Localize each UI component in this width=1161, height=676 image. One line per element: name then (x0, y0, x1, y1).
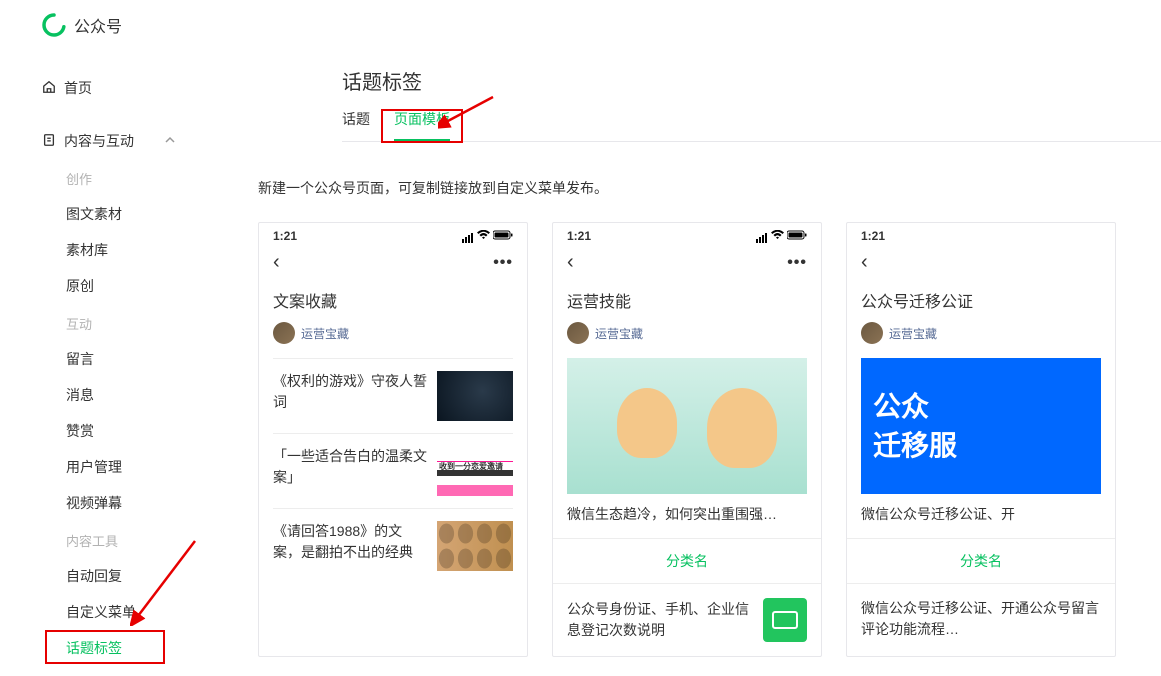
sidebar-item-comments[interactable]: 留言 (42, 341, 200, 377)
hero-image (567, 358, 807, 494)
status-time: 1:21 (567, 229, 591, 243)
article-title: 《权利的游戏》守夜人誓词 (273, 371, 427, 413)
phone-status-bar: 1:21 (259, 223, 527, 247)
app-logo-wrap[interactable]: 公众号 (42, 13, 122, 37)
tabs: 话题 页面模板 (342, 109, 1161, 142)
article-item[interactable]: 「一些适合告白的温柔文案」 (273, 433, 513, 508)
hero-text-line1: 公众 (873, 387, 1101, 426)
article-thumb (437, 521, 513, 571)
sidebar-group-label: 创作 (42, 159, 200, 196)
article-title: 「一些适合告白的温柔文案」 (273, 446, 427, 488)
more-icon[interactable]: ••• (493, 254, 513, 272)
status-time: 1:21 (273, 229, 297, 243)
sidebar-item-custom-menu[interactable]: 自定义菜单 (42, 594, 200, 630)
sub-article-item[interactable]: 公众号身份证、手机、企业信息登记次数说明 (553, 584, 821, 656)
phone-nav: ‹ ••• (259, 247, 527, 280)
author-row[interactable]: 运营宝藏 (567, 322, 807, 344)
template-card[interactable]: 1:21 ‹ ••• 文案收藏 (258, 222, 528, 657)
sidebar-item-auto-reply[interactable]: 自动回复 (42, 558, 200, 594)
sidebar-item-user-mgmt[interactable]: 用户管理 (42, 449, 200, 485)
article-title: 《请回答1988》的文案，是翻拍不出的经典 (273, 521, 427, 563)
annotation-highlight-box (45, 630, 165, 664)
sidebar-item-messages[interactable]: 消息 (42, 377, 200, 413)
sidebar-item-original[interactable]: 原创 (42, 268, 200, 304)
sub-article-item[interactable]: 微信公众号迁移公证、开通公众号留言评论功能流程… (847, 584, 1115, 654)
page-title: 话题标签 (342, 66, 1161, 95)
tab-topic[interactable]: 话题 (342, 109, 370, 141)
more-icon[interactable]: ••• (787, 254, 807, 272)
category-label[interactable]: 分类名 (847, 538, 1115, 584)
document-icon (42, 133, 56, 150)
annotation-highlight-box (381, 109, 463, 143)
category-label[interactable]: 分类名 (553, 538, 821, 584)
avatar (567, 322, 589, 344)
author-row[interactable]: 运营宝藏 (273, 322, 513, 344)
sidebar-item-rewards[interactable]: 赞赏 (42, 413, 200, 449)
template-card[interactable]: 1:21 ‹ ••• 运营技能 (552, 222, 822, 657)
sidebar-section-label: 内容与互动 (64, 131, 134, 151)
back-icon[interactable]: ‹ (273, 251, 280, 274)
phone-nav: ‹ ••• (553, 247, 821, 280)
sidebar: 首页 内容与互动 创作 图文素材 素材库 原创 互动 留言 (0, 50, 200, 674)
chevron-up-icon (164, 133, 176, 149)
sub-article-text: 公众号身份证、手机、企业信息登记次数说明 (567, 599, 753, 641)
card-title: 运营技能 (567, 288, 807, 312)
battery-icon (493, 229, 513, 243)
wechat-oa-logo-icon (42, 13, 66, 37)
sidebar-section-content[interactable]: 内容与互动 (42, 123, 200, 159)
hero-caption: 微信生态趋冷，如何突出重围强… (567, 504, 807, 524)
wifi-icon (477, 229, 490, 243)
main-content: 话题标签 话题 页面模板 新建一个公众号页面，可复制链接放到自定义菜单发布。 1… (200, 50, 1161, 674)
hint-text: 新建一个公众号页面，可复制链接放到自定义菜单发布。 (258, 178, 1161, 198)
phone-status-bar: 1:21 (553, 223, 821, 247)
sidebar-group-label: 内容工具 (42, 521, 200, 558)
article-thumb (437, 446, 513, 496)
author-name: 运营宝藏 (595, 325, 643, 342)
status-time: 1:21 (861, 229, 885, 243)
wifi-icon (771, 229, 784, 243)
app-name: 公众号 (74, 13, 122, 37)
author-row[interactable]: 运营宝藏 (861, 322, 1101, 344)
phone-status-bar: 1:21 (847, 223, 1115, 247)
back-icon[interactable]: ‹ (567, 251, 574, 274)
hero-text-line2: 迁移服 (873, 426, 1101, 465)
sub-article-text: 微信公众号迁移公证、开通公众号留言评论功能流程… (861, 598, 1101, 640)
avatar (861, 322, 883, 344)
sidebar-group-label: 互动 (42, 304, 200, 341)
avatar (273, 322, 295, 344)
sidebar-home-label: 首页 (64, 78, 92, 98)
battery-icon (787, 229, 807, 243)
sidebar-item-video-danmu[interactable]: 视频弹幕 (42, 485, 200, 521)
signal-icon (756, 229, 768, 243)
sidebar-item-article-material[interactable]: 图文素材 (42, 196, 200, 232)
author-name: 运营宝藏 (301, 325, 349, 342)
status-icons (756, 229, 807, 243)
phone-nav: ‹ (847, 247, 1115, 280)
article-item[interactable]: 《权利的游戏》守夜人誓词 (273, 358, 513, 433)
author-name: 运营宝藏 (889, 325, 937, 342)
sidebar-item-home[interactable]: 首页 (42, 78, 200, 122)
back-icon[interactable]: ‹ (861, 251, 868, 274)
sidebar-item-material-lib[interactable]: 素材库 (42, 232, 200, 268)
article-item[interactable]: 《请回答1988》的文案，是翻拍不出的经典 (273, 508, 513, 583)
hero-caption: 微信公众号迁移公证、开 (861, 504, 1101, 524)
template-card[interactable]: 1:21 ‹ 公众号迁移公证 运营宝藏 公众 (846, 222, 1116, 657)
card-title: 文案收藏 (273, 288, 513, 312)
home-icon (42, 80, 56, 97)
top-header: 公众号 (0, 0, 1161, 50)
card-title: 公众号迁移公证 (861, 288, 1101, 312)
hero-image: 公众 迁移服 (861, 358, 1101, 494)
status-icons (462, 229, 513, 243)
phone-verify-icon (763, 598, 807, 642)
signal-icon (462, 229, 474, 243)
article-thumb (437, 371, 513, 421)
